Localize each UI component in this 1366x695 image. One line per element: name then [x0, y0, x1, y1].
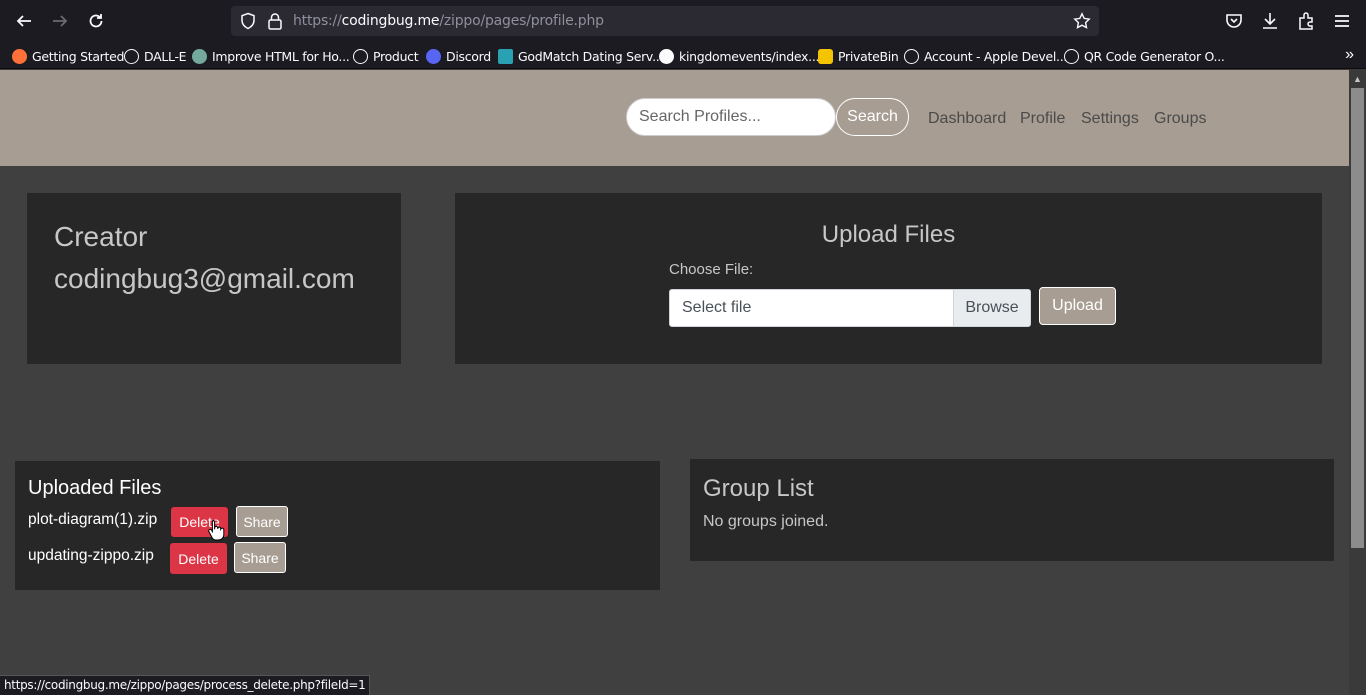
share-button[interactable]: Share: [236, 506, 288, 537]
bookmark-label: QR Code Generator O...: [1084, 48, 1225, 64]
file-input-placeholder: Select file: [682, 299, 752, 316]
globe-icon: [124, 48, 139, 64]
file-name: plot-diagram(1).zip: [28, 511, 158, 528]
upload-card: Upload Files Choose File: Select file Br…: [455, 193, 1322, 364]
bookmark-kingdomevents[interactable]: kingdomevents/index....: [659, 47, 823, 65]
upload-title: Upload Files: [821, 221, 956, 248]
globe-icon: [353, 48, 368, 64]
downloads-icon[interactable]: [1260, 11, 1280, 31]
bookmarks-overflow-icon[interactable]: »: [1345, 46, 1354, 64]
uploaded-files-title: Uploaded Files: [28, 477, 162, 499]
firefox-icon: [12, 48, 27, 64]
bookmark-qr-code[interactable]: QR Code Generator O...: [1064, 47, 1225, 65]
bookmark-apple-developer[interactable]: Account - Apple Devel...: [904, 47, 1067, 65]
group-list-card: Group List No groups joined.: [690, 459, 1334, 561]
bookmark-label: DALL-E: [144, 48, 187, 64]
bookmark-label: PrivateBin: [838, 48, 899, 64]
bookmark-godmatch[interactable]: GodMatch Dating Serv...: [498, 47, 663, 65]
file-name: updating-zippo.zip: [28, 547, 154, 564]
bookmark-label: kingdomevents/index....: [679, 48, 823, 64]
bookmark-label: Getting Started: [32, 48, 125, 64]
bookmarks-bar: Getting Started DALL-E Improve HTML for …: [0, 42, 1366, 69]
bookmark-star-icon[interactable]: [1073, 12, 1091, 30]
github-icon: [659, 48, 674, 64]
url-scheme: https://: [293, 13, 342, 29]
profile-role: Creator: [54, 221, 148, 252]
url-path: /zippo/pages/profile.php: [439, 13, 604, 29]
globe-icon: [904, 48, 919, 64]
search-input[interactable]: [626, 98, 836, 136]
discord-icon: [426, 48, 441, 64]
browse-button[interactable]: Browse: [953, 290, 1030, 326]
bookmark-product[interactable]: Product: [353, 47, 419, 65]
profile-email: codingbug3@gmail.com: [54, 263, 355, 294]
nav-groups[interactable]: Groups: [1154, 110, 1206, 128]
menu-icon[interactable]: [1332, 11, 1352, 31]
page-scrollbar[interactable]: ▲: [1349, 70, 1366, 695]
delete-button[interactable]: Delete: [170, 543, 227, 574]
url-text[interactable]: https://codingbug.me/zippo/pages/profile…: [293, 13, 604, 29]
extensions-icon[interactable]: [1296, 11, 1316, 31]
bookmark-label: Improve HTML for Ho...: [212, 48, 350, 64]
arrow-right-icon: [53, 15, 68, 27]
group-list-title: Group List: [703, 475, 814, 502]
reload-icon: [89, 14, 103, 28]
shield-icon[interactable]: [239, 12, 257, 30]
uploaded-files-card: Uploaded Files plot-diagram(1).zip Delet…: [15, 461, 660, 590]
nav-settings[interactable]: Settings: [1081, 110, 1139, 128]
nav-profile[interactable]: Profile: [1020, 110, 1065, 128]
scroll-up-icon[interactable]: ▲: [1353, 74, 1362, 84]
file-input[interactable]: Select file Browse: [669, 289, 1031, 327]
reload-button[interactable]: [84, 9, 108, 33]
status-url-tooltip: https://codingbug.me/zippo/pages/process…: [0, 675, 371, 695]
page-viewport: Search Dashboard Profile Settings Groups…: [0, 70, 1349, 695]
godmatch-icon: [498, 48, 513, 64]
forward-button[interactable]: [48, 9, 72, 33]
pocket-icon[interactable]: [1224, 11, 1244, 31]
bookmark-label: GodMatch Dating Serv...: [518, 48, 664, 64]
browser-toolbar: https://codingbug.me/zippo/pages/profile…: [0, 0, 1366, 42]
chatgpt-icon: [192, 48, 207, 64]
bookmark-label: Product: [373, 48, 419, 64]
url-host: codingbug.me: [341, 13, 440, 29]
bookmark-improve-html[interactable]: Improve HTML for Ho...: [192, 47, 350, 65]
group-list-empty: No groups joined.: [703, 513, 829, 530]
bookmark-label: Discord: [446, 48, 491, 64]
profile-card: Creator codingbug3@gmail.com: [27, 193, 401, 364]
lock-icon[interactable]: [267, 12, 283, 30]
arrow-left-icon: [16, 15, 31, 27]
back-button[interactable]: [12, 9, 36, 33]
bookmark-dall-e[interactable]: DALL-E: [124, 47, 187, 65]
bookmark-label: Account - Apple Devel...: [924, 48, 1068, 64]
bookmark-discord[interactable]: Discord: [426, 47, 491, 65]
bookmark-privatebin[interactable]: PrivateBin: [818, 47, 899, 65]
share-button[interactable]: Share: [234, 542, 286, 573]
search-button[interactable]: Search: [836, 98, 909, 136]
nav-dashboard[interactable]: Dashboard: [928, 110, 1006, 128]
site-header: Search Dashboard Profile Settings Groups: [0, 70, 1349, 166]
globe-icon: [1064, 48, 1079, 64]
upload-button[interactable]: Upload: [1039, 287, 1116, 325]
scrollbar-thumb[interactable]: [1351, 88, 1364, 548]
privatebin-icon: [818, 48, 833, 64]
bookmark-getting-started[interactable]: Getting Started: [12, 47, 124, 65]
address-bar[interactable]: https://codingbug.me/zippo/pages/profile…: [231, 6, 1099, 36]
choose-file-label: Choose File:: [669, 261, 754, 278]
hand-cursor-icon: [208, 520, 225, 541]
